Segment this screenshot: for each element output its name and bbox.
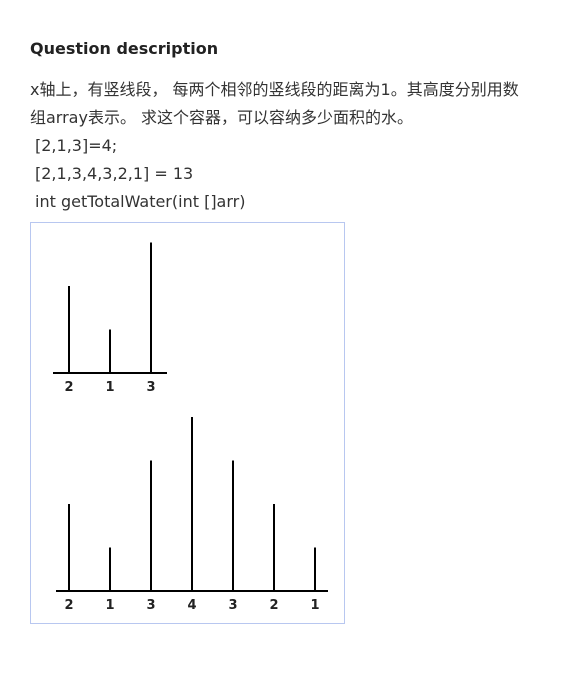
diagram-1: 2 1 3 (53, 242, 167, 395)
segment-height-label: 2 (64, 380, 73, 395)
segment-height-label: 3 (228, 598, 237, 613)
segment-height-label: 4 (187, 598, 196, 613)
description-line-1: x轴上，有竖线段， 每两个相邻的竖线段的距离为1。其高度分别用数 (30, 80, 519, 99)
segment-height-label: 1 (105, 598, 114, 613)
question-heading: Question description (30, 39, 219, 58)
bars-figure: 2 1 3 2 1 3 4 3 2 1 (30, 222, 345, 624)
segment-height-label: 3 (146, 598, 155, 613)
example-1: [2,1,3]=4; (35, 136, 118, 155)
segment-height-label: 3 (146, 380, 155, 395)
segment-height-label: 1 (310, 598, 319, 613)
example-2: [2,1,3,4,3,2,1] = 13 (35, 164, 194, 183)
bars-diagram-svg: 2 1 3 2 1 3 4 3 2 1 (53, 242, 328, 613)
segment-height-label: 2 (269, 598, 278, 613)
function-signature: int getTotalWater(int []arr) (35, 192, 246, 211)
segment-height-label: 1 (105, 380, 114, 395)
description-line-2: 组array表示。 求这个容器，可以容纳多少面积的水。 (30, 108, 414, 127)
question-panel: Question description x轴上，有竖线段， 每两个相邻的竖线段… (30, 36, 570, 216)
segment-height-label: 2 (64, 598, 73, 613)
diagram-2: 2 1 3 4 3 2 1 (56, 417, 328, 613)
